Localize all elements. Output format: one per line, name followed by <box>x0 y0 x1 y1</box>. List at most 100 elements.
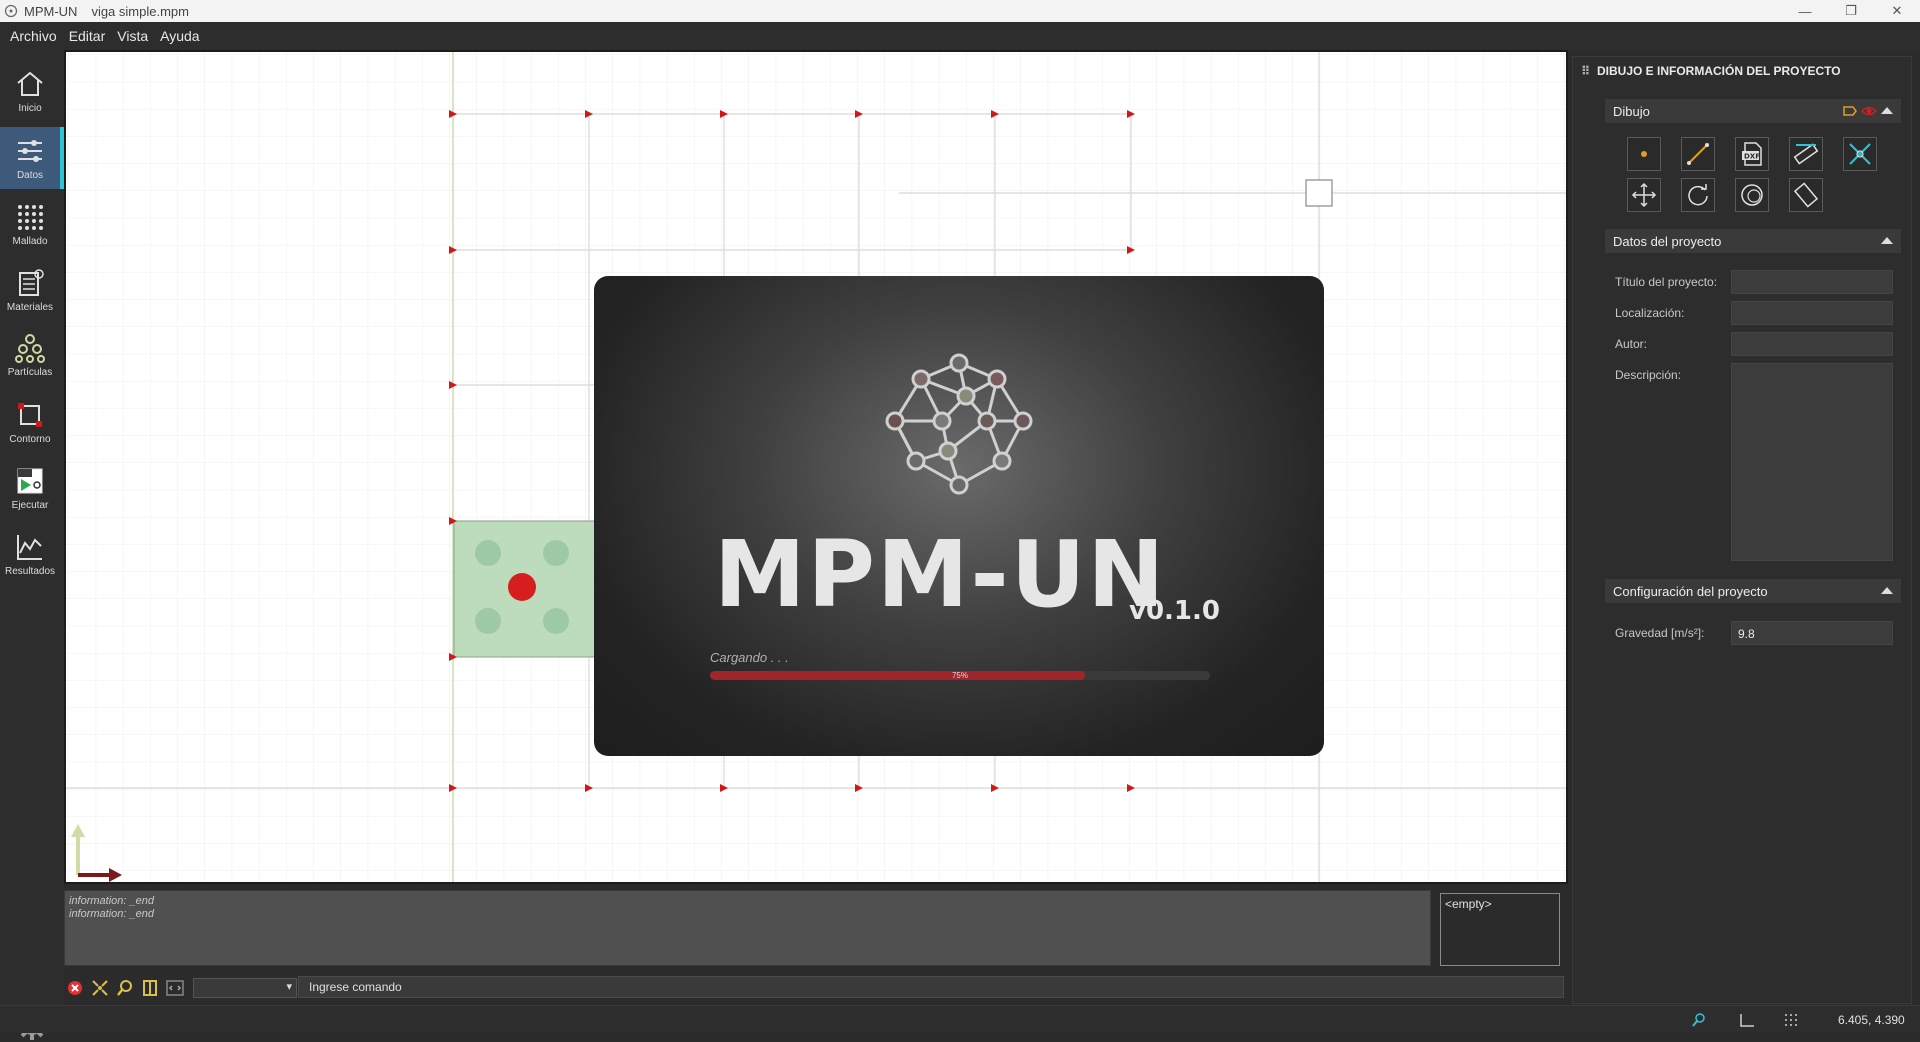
tag-icon[interactable] <box>1843 105 1857 117</box>
tool-particulas[interactable]: Partículas <box>0 324 60 386</box>
draw-circle-button[interactable] <box>1735 178 1769 212</box>
import-dxf-button[interactable]: DXF <box>1735 137 1769 171</box>
collapse-icon[interactable] <box>1881 587 1893 594</box>
collapse-icon[interactable] <box>1881 107 1893 114</box>
eye-icon[interactable] <box>1861 104 1877 118</box>
document-name: viga simple.mpm <box>91 3 189 19</box>
menu-archivo[interactable]: Archivo <box>4 28 63 44</box>
code-icon <box>166 980 184 996</box>
section-configuracion[interactable]: Configuración del proyecto <box>1605 579 1901 603</box>
loading-text: Cargando . . . <box>710 650 789 665</box>
tool-mallado[interactable]: Mallado <box>0 193 60 255</box>
descripcion-label: Descripción: <box>1615 368 1682 382</box>
grid-snap-icon[interactable] <box>1782 1012 1800 1028</box>
app-logo-icon <box>4 4 18 18</box>
status-bar: 6.405, 4.390 <box>0 1005 1920 1033</box>
ortho-icon[interactable] <box>1738 1012 1756 1028</box>
split-view-button[interactable] <box>139 977 161 999</box>
materials-icon <box>19 269 44 296</box>
tool-label: Datos <box>16 170 44 181</box>
close-circle-icon <box>68 981 82 995</box>
tool-resultados[interactable]: Resultados <box>0 523 60 585</box>
run-icon <box>17 468 43 494</box>
dxf-icon: DXF <box>1742 142 1762 166</box>
tool-label: Mallado <box>12 236 48 247</box>
network-logo-icon <box>885 353 1033 495</box>
descripcion-field[interactable] <box>1731 363 1893 561</box>
localizacion-field[interactable] <box>1731 301 1893 325</box>
tool-materiales[interactable]: Materiales <box>0 259 60 321</box>
progress-label: 75% <box>951 671 968 680</box>
cursor-coordinates: 6.405, 4.390 <box>1838 1013 1905 1027</box>
draw-point-button[interactable] <box>1627 137 1661 171</box>
zoom-extents-icon <box>92 980 108 996</box>
tool-label: Inicio <box>18 103 42 114</box>
command-input[interactable] <box>298 976 1564 998</box>
tool-inicio[interactable]: Inicio <box>0 60 60 122</box>
menu-bar: Archivo Editar Vista Ayuda <box>0 22 1920 50</box>
section-title: Datos del proyecto <box>1613 233 1722 249</box>
tool-label: Partículas <box>7 367 53 378</box>
script-button[interactable] <box>164 977 186 999</box>
minimize-button[interactable]: — <box>1782 0 1828 22</box>
svg-text:DXF: DXF <box>1744 153 1760 161</box>
snap-icon[interactable] <box>1690 1012 1708 1028</box>
loading-progress-bar: 75% <box>710 671 1210 680</box>
gravedad-label: Gravedad [m/s²]: <box>1615 626 1705 640</box>
tool-label: Ejecutar <box>11 500 49 511</box>
title-bar: MPM-UN viga simple.mpm — ❐ ✕ <box>0 0 1920 22</box>
clear-button[interactable] <box>64 977 86 999</box>
line-icon <box>1687 143 1709 165</box>
delete-icon <box>1849 143 1871 165</box>
ruler-icon <box>1793 143 1819 165</box>
draw-rectangle-button[interactable] <box>1789 178 1823 212</box>
localizacion-label: Localización: <box>1615 306 1685 320</box>
titulo-field[interactable] <box>1731 270 1893 294</box>
delete-entity-button[interactable] <box>1843 137 1877 171</box>
object-list[interactable]: <empty> <box>1440 893 1560 966</box>
menu-editar[interactable]: Editar <box>63 28 112 44</box>
tool-contorno[interactable]: Contorno <box>0 391 60 453</box>
titulo-label: Título del proyecto: <box>1615 275 1718 289</box>
move-button[interactable] <box>1627 178 1661 212</box>
draw-line-button[interactable] <box>1681 137 1715 171</box>
close-window-button[interactable]: ✕ <box>1874 0 1920 22</box>
tool-label: Resultados <box>4 566 56 577</box>
menu-vista[interactable]: Vista <box>111 28 154 44</box>
measure-button[interactable] <box>1789 137 1823 171</box>
splash-title: MPM-UN <box>714 521 1167 628</box>
tool-ejecutar[interactable]: Ejecutar <box>0 457 60 519</box>
rotate-button[interactable] <box>1681 178 1715 212</box>
splash-screen: MPM-UN v0.1.0 Cargando . . . 75% <box>594 276 1324 756</box>
tool-datos[interactable]: Datos <box>0 127 64 189</box>
command-type-select[interactable] <box>193 978 297 998</box>
rotate-icon <box>1688 184 1708 206</box>
section-dibujo[interactable]: Dibujo <box>1605 99 1901 123</box>
maximize-button[interactable]: ❐ <box>1828 0 1874 22</box>
collapse-icon[interactable] <box>1881 237 1893 244</box>
menu-ayuda[interactable]: Ayuda <box>154 28 205 44</box>
console-output: information: _end information: _end <box>64 890 1431 966</box>
app-name: MPM-UN <box>24 3 78 19</box>
command-row <box>64 976 1564 1000</box>
autor-field[interactable] <box>1731 332 1893 356</box>
tool-label: Materiales <box>6 302 54 313</box>
gravedad-field[interactable]: 9.8 <box>1731 621 1893 645</box>
section-datos-proyecto[interactable]: Datos del proyecto <box>1605 229 1901 253</box>
section-title: Dibujo <box>1613 103 1650 119</box>
sliders-icon <box>18 140 42 162</box>
particles-icon <box>15 334 45 363</box>
section-title: Configuración del proyecto <box>1613 583 1768 599</box>
results-icon <box>17 535 42 560</box>
splash-version: v0.1.0 <box>1129 596 1220 626</box>
zoom-fit-button[interactable] <box>89 977 111 999</box>
zoom-button[interactable] <box>114 977 136 999</box>
panel-title: DIBUJO E INFORMACIÓN DEL PROYECTO <box>1597 64 1841 78</box>
home-icon <box>17 71 43 96</box>
panel-header: ⠿ DIBUJO E INFORMACIÓN DEL PROYECTO <box>1573 57 1913 85</box>
console-line: information: _end <box>69 908 154 920</box>
project-panel: ⠿ DIBUJO E INFORMACIÓN DEL PROYECTO Dibu… <box>1572 56 1912 1004</box>
circle-icon <box>1741 184 1763 206</box>
drag-grip-icon[interactable]: ⠿ <box>1581 64 1597 78</box>
left-toolbar: Inicio Datos Mallado Materiales Partícul… <box>0 50 64 1040</box>
